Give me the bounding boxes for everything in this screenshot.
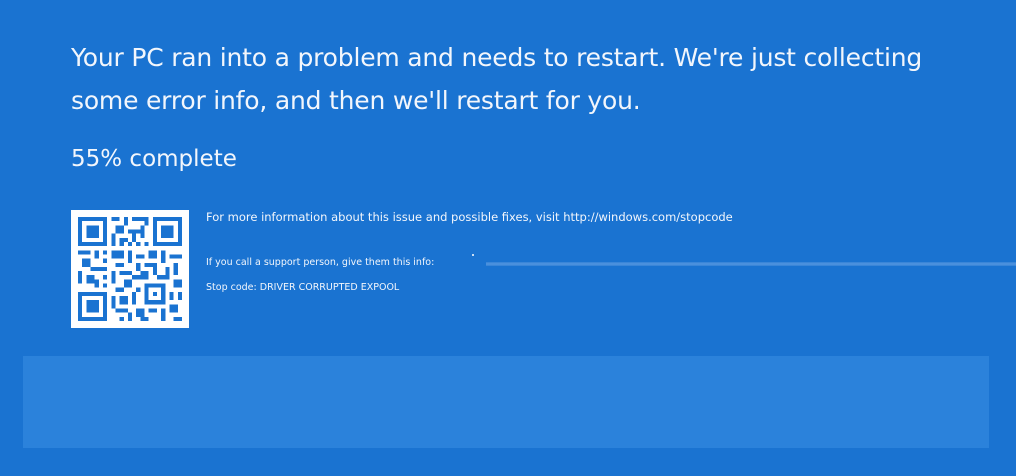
support-text: If you call a support person, give them … <box>206 257 435 268</box>
error-message: Your PC ran into a problem and needs to … <box>71 43 923 115</box>
mouse-cursor <box>472 254 474 256</box>
more-info-text: For more information about this issue an… <box>206 210 733 224</box>
stop-code-text: Stop code: DRIVER CORRUPTED EXPOOL <box>206 282 400 293</box>
qr-code-icon <box>78 217 182 321</box>
bsod-screen: Your PC ran into a problem and needs to … <box>0 0 1016 476</box>
lower-overlay-panel <box>23 356 989 448</box>
progress-text: 55% complete <box>71 146 237 172</box>
qr-code <box>71 210 189 328</box>
support-info-band <box>486 262 1016 266</box>
